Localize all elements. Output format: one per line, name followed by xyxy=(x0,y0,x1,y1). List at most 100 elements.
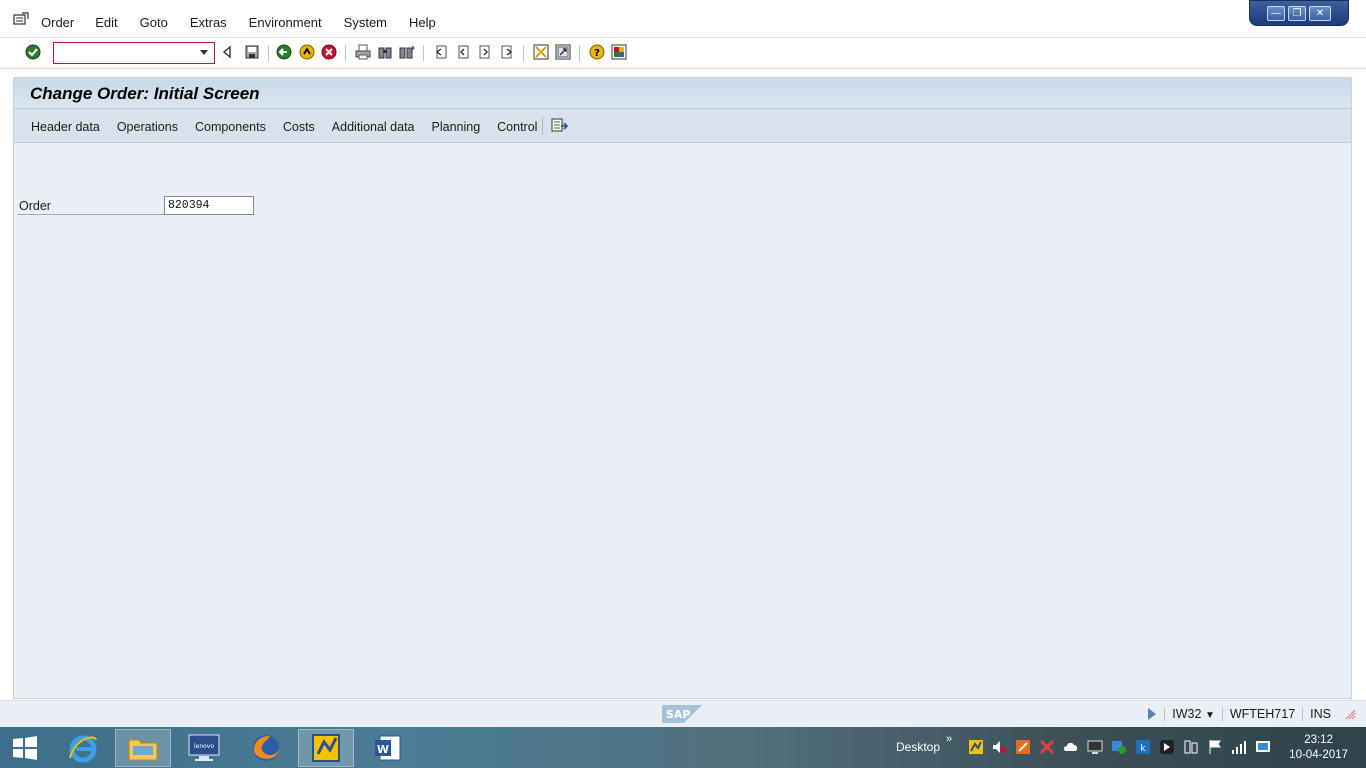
order-label: Order xyxy=(19,199,51,213)
exit-icon[interactable] xyxy=(299,44,315,60)
standard-toolbar: ? xyxy=(0,38,1366,69)
print-icon[interactable] xyxy=(355,44,371,60)
svg-text:W: W xyxy=(377,743,389,756)
command-field[interactable] xyxy=(53,42,215,64)
svg-text:lenovo: lenovo xyxy=(194,743,214,750)
svg-text:?: ? xyxy=(594,48,600,59)
tools-tray-icon[interactable] xyxy=(1039,739,1055,755)
components-button[interactable]: Components xyxy=(195,120,266,134)
chevron-down-icon[interactable] xyxy=(200,50,208,55)
toolbar-separator xyxy=(579,45,580,61)
menu-system[interactable]: System xyxy=(344,15,387,30)
page-title: Change Order: Initial Screen xyxy=(30,84,260,103)
system-info: IW32 ▼ WFTEH717 INS xyxy=(1148,707,1356,721)
taskbar-word[interactable]: W xyxy=(360,729,416,767)
sap-tray-icon[interactable] xyxy=(968,739,984,755)
chevron-down-icon[interactable]: ▼ xyxy=(1205,710,1215,721)
menu-goto[interactable]: Goto xyxy=(140,15,168,30)
minimize-button[interactable]: — xyxy=(1267,5,1285,21)
volume-muted-icon[interactable] xyxy=(991,739,1007,755)
costs-button[interactable]: Costs xyxy=(283,120,315,134)
sap-logon-icon xyxy=(312,734,340,762)
keyboard-tray-icon[interactable]: k xyxy=(1135,739,1151,755)
screen-title-bar: Change Order: Initial Screen xyxy=(14,78,1351,109)
execute-list-icon[interactable] xyxy=(550,117,568,135)
taskbar-file-explorer[interactable] xyxy=(115,729,171,767)
clock-time: 23:12 xyxy=(1304,734,1333,746)
clock[interactable]: 23:12 10-04-2017 xyxy=(1289,733,1348,763)
main-frame: Change Order: Initial Screen Header data… xyxy=(13,77,1352,699)
create-session-icon[interactable] xyxy=(533,44,549,60)
menu-help[interactable]: Help xyxy=(409,15,436,30)
planning-button[interactable]: Planning xyxy=(432,120,481,134)
app-tray-icon[interactable] xyxy=(1015,739,1031,755)
taskbar-sap-logon[interactable] xyxy=(298,729,354,767)
start-button[interactable] xyxy=(0,729,50,767)
first-page-icon[interactable] xyxy=(433,44,449,60)
customize-layout-icon[interactable] xyxy=(611,44,627,60)
system-menu-icon[interactable] xyxy=(13,12,29,26)
last-page-icon[interactable] xyxy=(499,44,515,60)
firefox-icon xyxy=(253,735,279,761)
chevron-right-icon[interactable]: » xyxy=(946,733,952,745)
window-controls: — ❐ ✕ xyxy=(1249,0,1349,26)
header-data-button[interactable]: Header data xyxy=(31,120,100,134)
menu-environment[interactable]: Environment xyxy=(249,15,322,30)
toolbar-separator xyxy=(423,45,424,61)
shortcut-icon[interactable] xyxy=(555,44,571,60)
security-tray-icon[interactable] xyxy=(1111,739,1127,755)
expand-status-icon[interactable] xyxy=(1148,708,1157,720)
internet-explorer-icon xyxy=(69,735,97,763)
toolbar-separator xyxy=(523,45,524,61)
taskbar-lenovo[interactable]: lenovo xyxy=(176,729,232,767)
svg-text:SAP: SAP xyxy=(666,708,691,721)
find-icon[interactable] xyxy=(377,44,393,60)
help-icon[interactable]: ? xyxy=(589,44,605,60)
back-icon[interactable] xyxy=(276,44,292,60)
previous-page-icon[interactable] xyxy=(455,44,471,60)
status-bar: SAP IW32 ▼ WFTEH717 INS xyxy=(0,700,1366,727)
close-button[interactable]: ✕ xyxy=(1309,5,1331,21)
cancel-icon[interactable] xyxy=(321,44,337,60)
resize-grip-icon xyxy=(1345,709,1356,720)
windows-logo-icon xyxy=(13,736,37,760)
toolbar-separator xyxy=(542,117,543,135)
find-next-icon[interactable] xyxy=(399,44,415,60)
sap-logo-icon: SAP xyxy=(662,705,702,723)
toolbar-separator xyxy=(345,45,346,61)
command-input[interactable] xyxy=(54,43,194,63)
language-tray-icon[interactable] xyxy=(1255,739,1271,755)
collapse-arrow-icon[interactable] xyxy=(219,44,235,60)
server-name: WFTEH717 xyxy=(1221,707,1302,721)
menu-extras[interactable]: Extras xyxy=(190,15,227,30)
additional-data-button[interactable]: Additional data xyxy=(332,120,415,134)
display-tray-icon[interactable] xyxy=(1087,739,1103,755)
taskbar: lenovo W Desktop » k 23:12 10-04-2017 xyxy=(0,727,1366,768)
desktop-toolbar-label[interactable]: Desktop xyxy=(896,740,940,754)
clock-date: 10-04-2017 xyxy=(1289,749,1348,761)
word-icon: W xyxy=(375,735,401,761)
menu-order[interactable]: Order xyxy=(41,15,74,30)
device-tray-icon[interactable] xyxy=(1183,739,1199,755)
taskbar-internet-explorer[interactable] xyxy=(55,729,111,767)
insert-mode[interactable]: INS xyxy=(1302,707,1338,721)
network-signal-icon[interactable] xyxy=(1231,739,1247,755)
menu-bar: Order Edit Goto Extras Environment Syste… xyxy=(0,0,1366,38)
control-button[interactable]: Control xyxy=(497,120,537,134)
operations-button[interactable]: Operations xyxy=(117,120,178,134)
menu-edit[interactable]: Edit xyxy=(95,15,117,30)
svg-text:k: k xyxy=(1140,744,1146,754)
enter-icon[interactable] xyxy=(25,44,41,60)
restore-button[interactable]: ❐ xyxy=(1288,5,1306,21)
media-tray-icon[interactable] xyxy=(1159,739,1175,755)
action-center-flag-icon[interactable] xyxy=(1207,739,1223,755)
lenovo-monitor-icon: lenovo xyxy=(188,734,220,761)
order-input[interactable] xyxy=(164,196,254,215)
transaction-code[interactable]: IW32 ▼ xyxy=(1164,707,1222,721)
label-underline xyxy=(17,214,165,215)
folder-icon xyxy=(128,739,158,761)
next-page-icon[interactable] xyxy=(477,44,493,60)
cloud-icon[interactable] xyxy=(1063,739,1079,755)
save-icon[interactable] xyxy=(244,44,260,60)
taskbar-firefox[interactable] xyxy=(238,729,294,767)
